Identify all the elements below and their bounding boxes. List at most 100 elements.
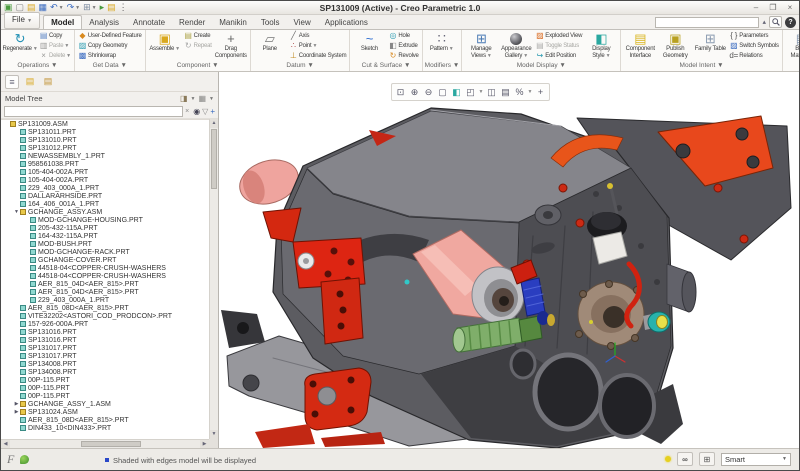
- edit-position-button[interactable]: ↪Edit Position: [534, 51, 583, 61]
- vscroll-thumb[interactable]: [211, 129, 217, 189]
- tab-render[interactable]: Render: [172, 16, 212, 29]
- tree-item-newassembly-1-prt[interactable]: NEWASSEMBLY_1.PRT: [1, 152, 209, 160]
- tree-item-aer-815-08d-aer-815-prt[interactable]: AER_815_08D<AER_815>.PRT: [1, 416, 209, 424]
- scroll-down-icon[interactable]: ▼: [210, 430, 218, 439]
- tree-item-sp131009-asm[interactable]: SP131009.ASM: [1, 120, 209, 128]
- copy-geometry-button[interactable]: ▨Copy Geometry: [77, 41, 143, 51]
- group-label-datum[interactable]: Datum ▼: [251, 61, 350, 71]
- extrude-button[interactable]: ◧Extrude: [387, 41, 419, 51]
- tree-item-gchange-assy-1-asm[interactable]: ▶GCHANGE_ASSY_1.ASM: [1, 400, 209, 408]
- favorites-tab[interactable]: ▤: [41, 75, 55, 89]
- tree-item-00p-115-prt[interactable]: 00P-115.PRT: [1, 376, 209, 384]
- expand-icon[interactable]: ▶: [13, 409, 20, 415]
- show-icon[interactable]: ◨: [180, 94, 188, 103]
- tree-item-aer-815-08d-aer-815-prt[interactable]: AER_815_08D<AER_815>.PRT: [1, 304, 209, 312]
- folder-button[interactable]: ▤: [106, 2, 117, 13]
- play-button[interactable]: ▸: [99, 2, 106, 13]
- tree-item-din433-10-din433-prt[interactable]: DIN433_10<DIN433>.PRT: [1, 424, 209, 432]
- minimize-button[interactable]: –: [751, 2, 761, 14]
- tree-item-sp131024-asm[interactable]: ▶SP131024.ASM: [1, 408, 209, 416]
- hole-button[interactable]: ◎Hole: [387, 31, 419, 41]
- tree-item-mod-bush-prt[interactable]: MOD-BUSH.PRT: [1, 240, 209, 248]
- display-style-button[interactable]: ◧Display Style▼: [584, 31, 618, 61]
- tree-item-gchange-cover-prt[interactable]: GCHANGE-COVER.PRT: [1, 256, 209, 264]
- model-tree-tab[interactable]: ≡: [5, 75, 19, 89]
- exploded-view-button[interactable]: ▨Exploded View: [534, 31, 583, 41]
- scroll-right-icon[interactable]: ▶: [200, 440, 209, 448]
- pattern-button[interactable]: ∷Pattern▼: [425, 31, 459, 61]
- bill-of-materials-button[interactable]: ▤Bill of Materials0: [785, 31, 799, 61]
- model-tree-search-input[interactable]: [4, 106, 183, 117]
- select-geometry-icon[interactable]: F: [7, 452, 14, 467]
- group-label-modifiers[interactable]: Modifiers ▼: [423, 61, 462, 71]
- tree-item-sp131017-prt[interactable]: SP131017.PRT: [1, 352, 209, 360]
- tree-item-dallararhside-prt[interactable]: DALLARARHSIDE.PRT: [1, 192, 209, 200]
- tree-item-sp134008-prt[interactable]: SP134008.PRT: [1, 360, 209, 368]
- tree-item-229-403-000a-1-prt[interactable]: 229_403_000A_1.PRT: [1, 296, 209, 304]
- toggle-status-button[interactable]: ▤Toggle Status: [534, 41, 583, 51]
- tree-item-sp131016-prt[interactable]: SP131016.PRT: [1, 328, 209, 336]
- annotation-display-button[interactable]: %: [513, 85, 526, 99]
- settings-icon[interactable]: ▦: [198, 94, 206, 103]
- group-label-get-data[interactable]: Get Data ▼: [75, 61, 145, 71]
- coordinate-system-button[interactable]: ⊥Coordinate System: [288, 51, 348, 61]
- tree-item-105-404-002a-prt[interactable]: 105-404-002A.PRT: [1, 176, 209, 184]
- file-menu-button[interactable]: File ▼: [4, 12, 40, 29]
- group-label-component[interactable]: Component ▼: [146, 61, 250, 71]
- tab-manikin[interactable]: Manikin: [212, 16, 254, 29]
- user-defined-feature-button[interactable]: ◆User-Defined Feature: [77, 31, 143, 41]
- publish-geometry-button[interactable]: ▣Publish Geometry: [658, 31, 692, 61]
- tree-item-gchange-assy-asm[interactable]: ▼GCHANGE_ASSY.ASM: [1, 208, 209, 216]
- create-button[interactable]: ▤Create: [183, 31, 213, 41]
- delete-button[interactable]: ×Delete▼: [38, 51, 72, 61]
- tree-item-aer-815-04d-aer-815-prt[interactable]: AER_815_04D<AER_815>.PRT: [1, 280, 209, 288]
- tree-item-sp131010-prt[interactable]: SP131010.PRT: [1, 136, 209, 144]
- tab-annotate[interactable]: Annotate: [126, 16, 172, 29]
- manage-views-button[interactable]: ⊞Manage Views▼: [464, 31, 498, 61]
- command-search-input[interactable]: [655, 17, 759, 28]
- selection-filter-dropdown[interactable]: Smart ▼: [721, 453, 791, 466]
- repaint-button[interactable]: ▢: [436, 85, 449, 99]
- drag-components-button[interactable]: +Drag Components: [214, 31, 248, 61]
- hscroll-thumb[interactable]: [81, 441, 141, 447]
- tab-tools[interactable]: Tools: [254, 16, 287, 29]
- tree-item-00p-115-prt[interactable]: 00P-115.PRT: [1, 392, 209, 400]
- clear-filter-icon[interactable]: ×: [185, 106, 189, 117]
- plane-button[interactable]: ▱Plane: [253, 31, 287, 61]
- group-label-cut-surface[interactable]: Cut & Surface ▼: [350, 61, 421, 71]
- tree-item-mod-gchange-rack-prt[interactable]: MOD-GCHANGE-RACK.PRT: [1, 248, 209, 256]
- tab-applications[interactable]: Applications: [318, 16, 375, 29]
- chevron-down-icon[interactable]: ▼: [478, 89, 484, 95]
- cad-model-gearbox-assembly[interactable]: [221, 96, 799, 448]
- chevron-down-icon[interactable]: ▼: [527, 89, 533, 95]
- appearance-gallery-button[interactable]: Appearance Gallery▼: [499, 31, 533, 61]
- help-button[interactable]: ?: [785, 17, 796, 28]
- group-label-model-display[interactable]: Model Display ▼: [462, 61, 620, 71]
- group-label-operations[interactable]: Operations ▼: [1, 61, 74, 71]
- tree-item-sp134008-prt[interactable]: SP134008.PRT: [1, 368, 209, 376]
- family-table-button[interactable]: ⊞Family Table: [693, 31, 727, 61]
- group-label-model-intent[interactable]: Model Intent ▼: [621, 61, 782, 71]
- find-button[interactable]: ∞: [677, 452, 693, 466]
- close-button[interactable]: ×: [785, 2, 795, 14]
- minimize-ribbon-icon[interactable]: ▴: [762, 18, 766, 26]
- tree-horizontal-scrollbar[interactable]: ◀ ▶: [1, 439, 209, 448]
- tree-item-00p-115-prt[interactable]: 00P-115.PRT: [1, 384, 209, 392]
- clipboard-button[interactable]: ⊞: [699, 452, 715, 466]
- assemble-button[interactable]: ▣Assemble▼: [148, 31, 182, 61]
- expand-icon[interactable]: ▶: [13, 401, 20, 407]
- chevron-down-icon[interactable]: ▼: [191, 96, 196, 102]
- window-button[interactable]: ⊞▼: [82, 2, 98, 13]
- tree-item-44518-04-copper-crush-washers[interactable]: 44518-04<COPPER-CRUSH-WASHERS: [1, 264, 209, 272]
- tree-item-mod-gchange-housing-prt[interactable]: MOD-GCHANGE-HOUSING.PRT: [1, 216, 209, 224]
- tree-item-164-406-001a-1-prt[interactable]: 164_406_001A_1.PRT: [1, 200, 209, 208]
- find-icon[interactable]: ◉: [193, 107, 200, 116]
- undo-button[interactable]: ↶▼: [49, 2, 65, 13]
- tree-item-164-432-115a-prt[interactable]: 164-432-115A.PRT: [1, 232, 209, 240]
- tree-item-sp131016-prt[interactable]: SP131016.PRT: [1, 336, 209, 344]
- paste-button[interactable]: ▥Paste▼: [38, 41, 72, 51]
- tab-view[interactable]: View: [287, 16, 318, 29]
- tree-item-sp131011-prt[interactable]: SP131011.PRT: [1, 128, 209, 136]
- display-filters-button[interactable]: ▤: [499, 85, 512, 99]
- parameters-button[interactable]: { }Parameters: [728, 31, 780, 41]
